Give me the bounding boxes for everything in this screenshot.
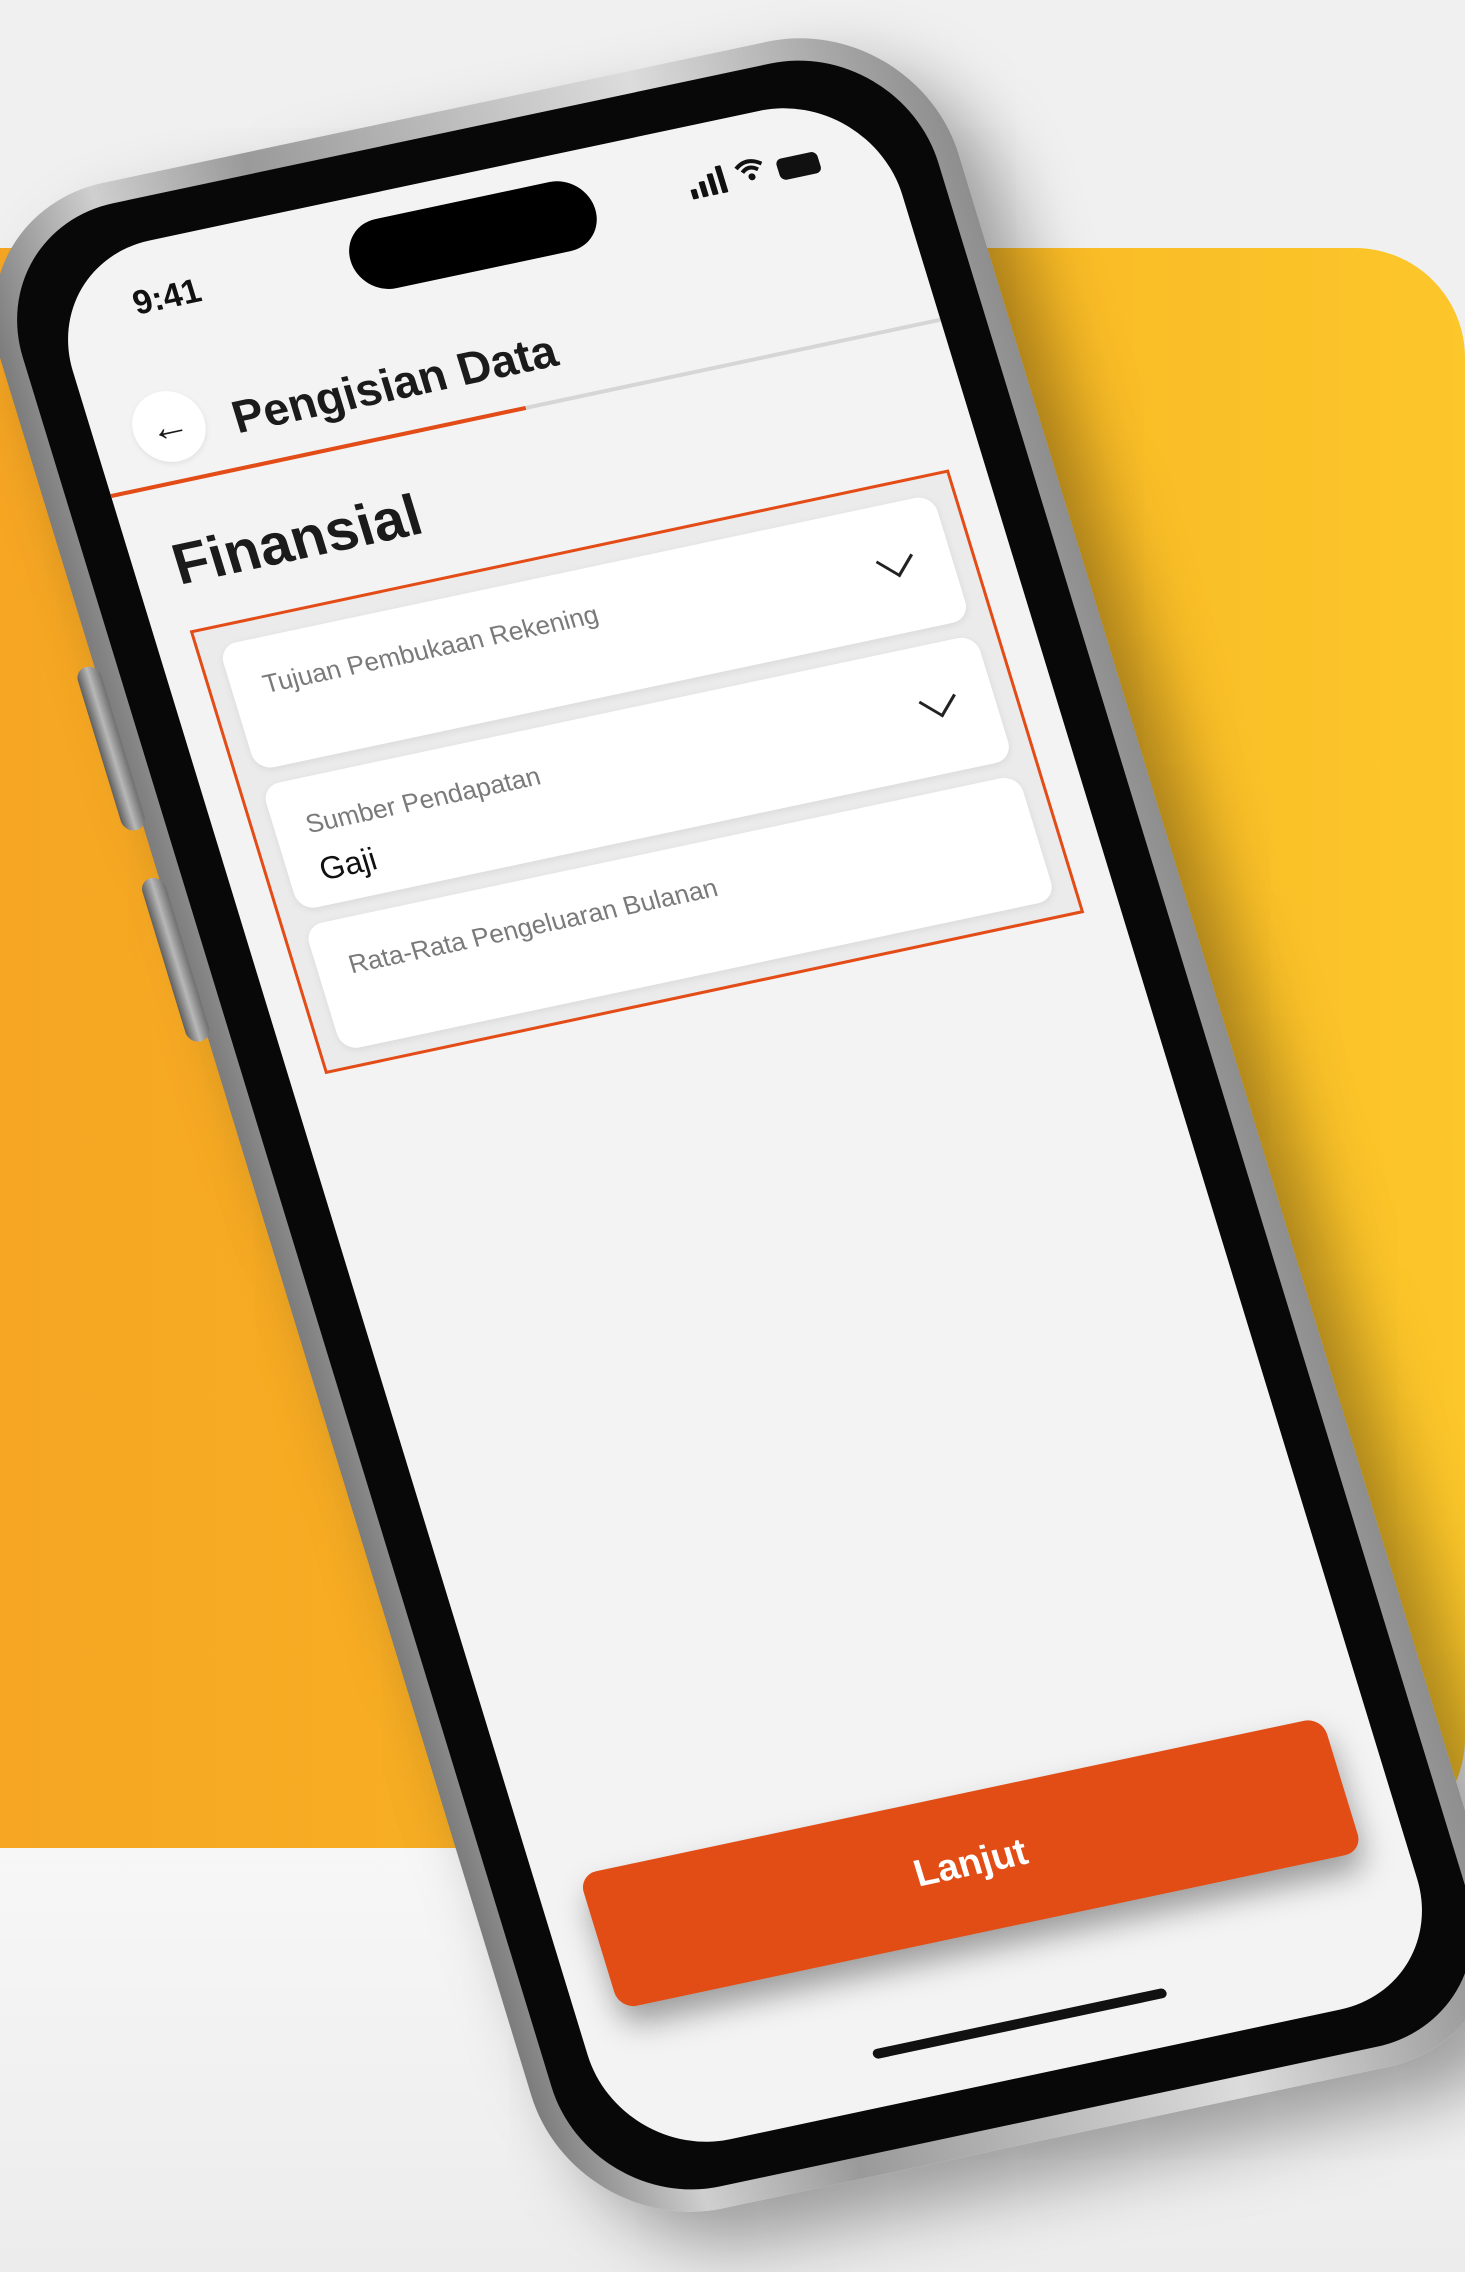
chevron-down-icon[interactable]	[918, 680, 956, 718]
status-icons	[685, 144, 823, 200]
home-indicator	[871, 1987, 1168, 2060]
lanjut-button[interactable]: Lanjut	[578, 1717, 1363, 2010]
field-label: Sumber Pendapatan	[301, 760, 544, 840]
field-value: Gaji	[314, 840, 382, 888]
field-label: Tujuan Pembukaan Rekening	[259, 599, 602, 699]
back-button[interactable]: ←	[123, 384, 215, 469]
section-title: Finansial	[164, 482, 430, 598]
status-time: 9:41	[128, 271, 206, 323]
signal-icon	[685, 165, 729, 200]
page-title: Pengisian Data	[225, 324, 564, 443]
arrow-left-icon: ←	[142, 400, 195, 452]
battery-icon	[774, 150, 823, 181]
wifi-icon	[732, 155, 770, 189]
chevron-down-icon[interactable]	[875, 540, 914, 578]
